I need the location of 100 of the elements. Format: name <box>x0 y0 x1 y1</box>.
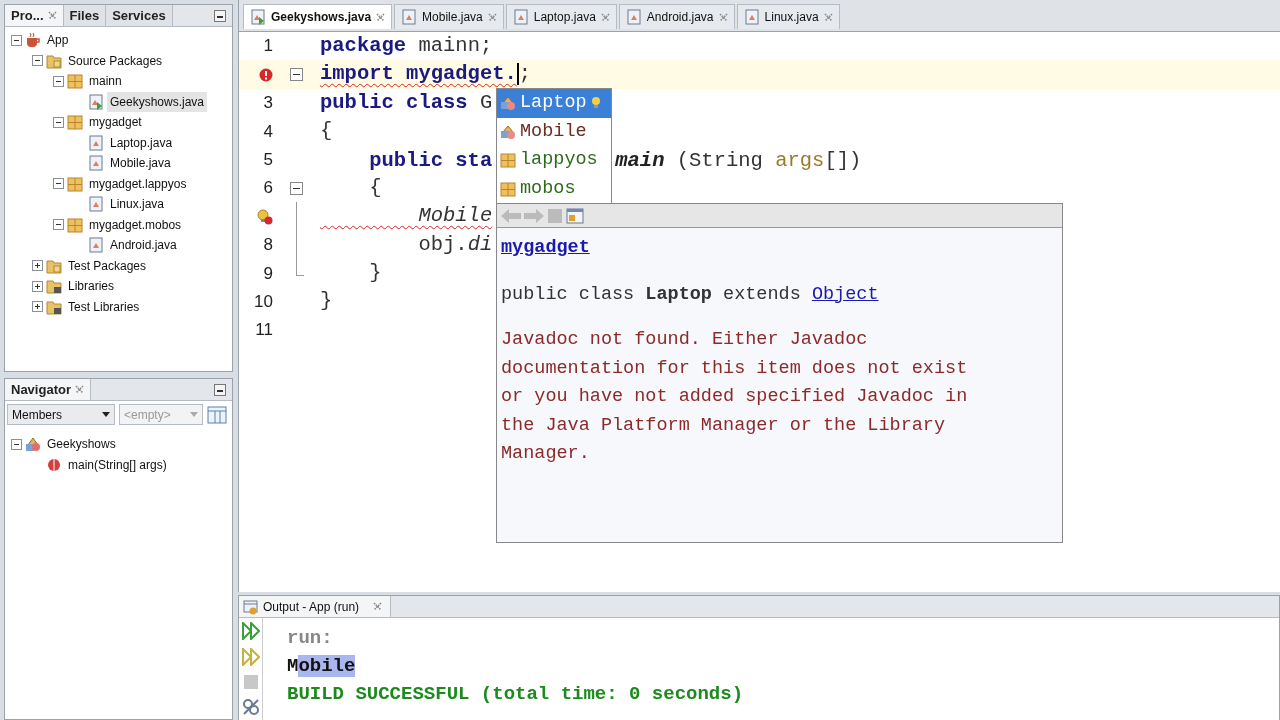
tree-item[interactable]: mygadget.mobos <box>86 214 185 235</box>
method-icon <box>46 456 62 473</box>
tree-item[interactable]: Test Packages <box>65 255 150 276</box>
close-icon[interactable] <box>47 11 57 20</box>
package-link[interactable]: mygadget <box>501 237 590 258</box>
tree-item[interactable]: mygadget.lappyos <box>86 173 190 194</box>
class-icon <box>25 436 41 453</box>
java-file-icon <box>743 9 760 25</box>
panel-tab[interactable]: Files <box>63 5 107 26</box>
minimize-icon[interactable] <box>214 383 226 396</box>
folder-icon <box>46 257 62 274</box>
settings-icon[interactable] <box>241 698 260 716</box>
line-number: 3 <box>263 92 273 115</box>
tree-item[interactable]: Mobile.java <box>107 153 174 174</box>
library-icon <box>46 298 62 315</box>
close-icon[interactable] <box>600 12 610 22</box>
line-number: 9 <box>263 262 273 285</box>
completion-item[interactable]: lappyos <box>497 146 611 175</box>
editor-tab[interactable]: Geekyshows.java <box>243 4 393 29</box>
line-number: 6 <box>263 177 273 200</box>
error-icon[interactable] <box>259 67 273 82</box>
line-number: 8 <box>263 234 273 257</box>
code-text: Mobile <box>417 203 493 230</box>
tree-item[interactable]: App <box>44 30 72 51</box>
minimize-icon[interactable] <box>214 9 226 22</box>
code-text: main (String args[]) <box>615 147 862 174</box>
editor-tab[interactable]: Mobile.java <box>394 4 504 29</box>
java-file-icon <box>401 9 418 25</box>
folder-icon <box>46 52 62 69</box>
output-line: BUILD SUCCESSFUL (total time: 0 seconds) <box>287 682 744 707</box>
output-tab[interactable]: Output - App (run) <box>239 596 392 617</box>
tree-item[interactable]: Geekyshows <box>44 434 119 455</box>
collapse-icon[interactable] <box>11 34 22 46</box>
tree-item[interactable]: Android.java <box>107 235 180 256</box>
expand-icon[interactable] <box>32 280 43 292</box>
tree-item[interactable]: Linux.java <box>107 194 168 215</box>
close-icon[interactable] <box>376 12 386 22</box>
collapse-icon[interactable] <box>289 181 303 195</box>
output-line: run: <box>287 626 334 651</box>
console-icon <box>243 598 259 615</box>
expand-icon[interactable] <box>32 301 43 313</box>
close-icon[interactable] <box>823 12 833 22</box>
collapse-icon[interactable] <box>53 178 64 190</box>
code-text: import mygadget.; <box>320 61 532 88</box>
line-number: 5 <box>263 149 273 171</box>
collapse-icon[interactable] <box>11 438 22 450</box>
rerun-icon[interactable] <box>241 622 260 640</box>
package-icon <box>67 216 83 233</box>
close-icon[interactable] <box>373 602 383 611</box>
code-text: } <box>320 288 333 315</box>
collapse-icon[interactable] <box>289 68 303 82</box>
completion-item[interactable]: Mobile <box>497 117 611 146</box>
layout-icon[interactable] <box>207 405 227 424</box>
package-icon <box>500 180 516 197</box>
close-icon[interactable] <box>718 12 728 22</box>
lightbulb-icon[interactable] <box>257 208 273 225</box>
class-signature: public class Laptop extends Object <box>501 282 880 307</box>
package-icon <box>67 73 83 90</box>
close-icon[interactable] <box>74 385 84 394</box>
editor-tab[interactable]: Android.java <box>618 4 735 29</box>
completion-item[interactable]: mobos <box>497 174 611 203</box>
lightbulb-icon <box>590 96 601 111</box>
close-icon[interactable] <box>487 12 497 22</box>
object-link[interactable]: Object <box>811 283 879 305</box>
tree-item[interactable]: Laptop.java <box>107 132 176 153</box>
java-file-icon <box>88 134 104 151</box>
view-select[interactable]: Members <box>7 404 115 425</box>
java-file-icon <box>88 155 104 172</box>
editor-tab[interactable]: Laptop.java <box>505 4 617 29</box>
tree-item[interactable]: main(String[] args) <box>65 454 170 475</box>
panel-tab[interactable]: Services <box>106 5 173 26</box>
javadoc-message: Javadoc not found. Either Javadoc documentation for this item does not exist or you have not added specified Javadoc in the Java Platform Manager or the Library Manager. <box>501 328 969 466</box>
package-icon <box>67 114 83 131</box>
collapse-icon[interactable] <box>53 116 64 128</box>
tree-item[interactable]: Source Packages <box>65 50 166 71</box>
code-text: { <box>320 118 333 144</box>
collapse-icon[interactable] <box>53 219 64 231</box>
panel-tab[interactable]: Pro... <box>5 5 64 26</box>
tree-item[interactable]: mainn <box>86 71 125 92</box>
expand-icon[interactable] <box>32 260 43 272</box>
class-icon <box>500 123 516 140</box>
collapse-icon[interactable] <box>53 75 64 87</box>
java-file-icon <box>512 9 529 25</box>
coffee-cup-icon <box>25 32 41 49</box>
completion-item[interactable]: Laptop <box>497 89 611 118</box>
tree-item[interactable]: Test Libraries <box>65 296 143 317</box>
code-text: package mainn; <box>320 32 493 59</box>
code-text: public sta <box>368 147 493 174</box>
library-icon <box>46 278 62 295</box>
caret-icon <box>190 412 198 417</box>
tree-item[interactable]: Geekyshows.java <box>107 91 208 112</box>
line-number: 11 <box>255 319 273 342</box>
tree-item[interactable]: mygadget <box>86 112 145 133</box>
tree-item[interactable]: Libraries <box>65 276 118 297</box>
editor-tab[interactable]: Linux.java <box>736 4 840 29</box>
class-icon <box>500 95 516 112</box>
browser-icon[interactable] <box>566 207 584 224</box>
package-icon <box>67 175 83 192</box>
collapse-icon[interactable] <box>32 55 43 67</box>
caret-icon <box>102 412 110 417</box>
